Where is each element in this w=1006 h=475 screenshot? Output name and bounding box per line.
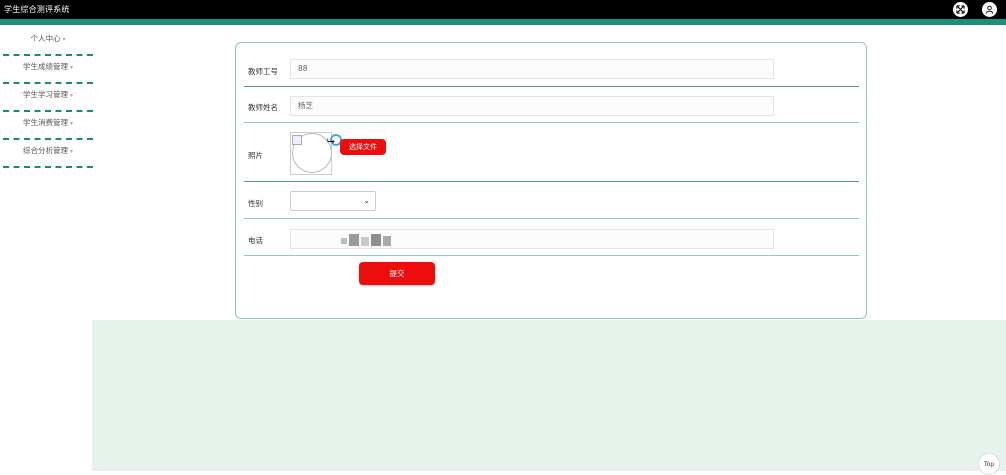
gender-select[interactable]: ⌄ [290, 191, 376, 211]
fullscreen-glyph [956, 5, 965, 14]
teacher-id-label: 教师工号 [248, 67, 278, 76]
teacher-id-input[interactable]: 88 [290, 59, 774, 79]
mouse-cursor-icon: ⮡ [327, 136, 335, 147]
top-bar: 学生综合测评系统 [0, 0, 1006, 19]
form-row-teacher-name: 教师姓名 杨芝 [244, 86, 859, 123]
form-row-teacher-id: 教师工号 88 [244, 43, 859, 87]
sidebar-item-personal-center[interactable]: 个人中心 ▾ [3, 30, 93, 56]
teacher-name-label: 教师姓名 [248, 103, 278, 112]
chevron-down-icon: ▾ [69, 64, 73, 71]
sidebar-item-grade-management[interactable]: 学生成绩管理 ▾ [3, 58, 93, 84]
photo-preview [290, 132, 332, 175]
photo-label: 照片 [248, 151, 263, 160]
form-row-phone: 电话 [244, 218, 859, 256]
submit-button[interactable]: 提交 [359, 262, 435, 285]
content-background-panel [92, 320, 1006, 471]
sidebar-item-label: 学生成绩管理 [22, 62, 68, 71]
chevron-down-icon: ▾ [69, 92, 73, 99]
user-glyph [985, 5, 994, 14]
phone-label: 电话 [248, 236, 263, 245]
fullscreen-icon[interactable] [953, 2, 968, 17]
sidebar: 个人中心 ▾ 学生成绩管理 ▾ 学生学习管理 ▾ 学生消费管理 ▾ 综合分析管理 ▾ [0, 30, 96, 170]
chevron-down-icon: ⌄ [363, 196, 370, 205]
back-to-top-button[interactable]: Top [978, 453, 1000, 475]
teacher-name-input[interactable]: 杨芝 [290, 96, 774, 116]
form-row-photo: 照片 ⮡ 选择文件 [244, 122, 859, 182]
sidebar-item-label: 学生学习管理 [22, 90, 68, 99]
form-row-gender: 性别 ⌄ [244, 181, 859, 219]
choose-file-button[interactable]: 选择文件 [340, 139, 386, 155]
back-to-top-label: Top [983, 460, 995, 468]
sidebar-item-consumption-management[interactable]: 学生消费管理 ▾ [3, 114, 93, 140]
header-accent-strip [0, 19, 1006, 25]
teacher-info-form: 教师工号 88 教师姓名 杨芝 照片 ⮡ 选择文件 性别 ⌄ 电话 提交 [235, 42, 867, 319]
user-icon[interactable] [982, 2, 997, 17]
sidebar-item-label: 个人中心 [30, 34, 61, 43]
chevron-down-icon: ▾ [69, 148, 73, 155]
gender-label: 性别 [248, 199, 263, 208]
sidebar-item-study-management[interactable]: 学生学习管理 ▾ [3, 86, 93, 112]
sidebar-item-label: 学生消费管理 [22, 118, 68, 127]
chevron-down-icon: ▾ [69, 120, 73, 127]
sidebar-item-analysis-management[interactable]: 综合分析管理 ▾ [3, 142, 93, 168]
phone-redacted-mask [341, 234, 399, 246]
sidebar-item-label: 综合分析管理 [22, 146, 68, 155]
phone-input[interactable] [290, 229, 774, 249]
app-title: 学生综合测评系统 [4, 5, 70, 14]
broken-image-icon [292, 135, 302, 145]
chevron-down-icon: ▾ [62, 36, 66, 43]
